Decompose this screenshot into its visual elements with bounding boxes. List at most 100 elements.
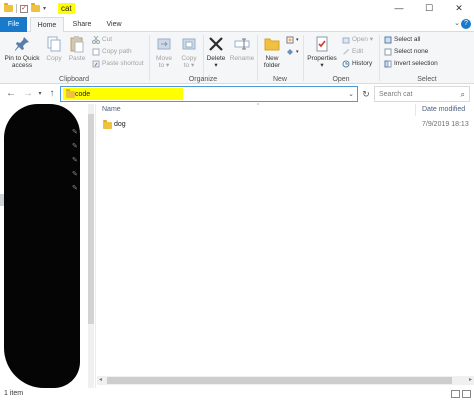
file-date-modified: 7/9/2019 18:13 bbox=[422, 121, 469, 128]
maximize-button[interactable]: ☐ bbox=[414, 0, 444, 17]
column-divider[interactable] bbox=[415, 104, 416, 116]
column-header-date-modified[interactable]: Date modified bbox=[422, 104, 465, 116]
move-to-label-line2: to ▾ bbox=[158, 62, 170, 69]
new-item-button[interactable]: ▾ bbox=[286, 35, 299, 45]
select-none-label: Select none bbox=[394, 48, 429, 55]
new-group-label: New bbox=[272, 76, 287, 83]
customize-toolbar-chevron-icon[interactable]: ▾ bbox=[43, 5, 46, 12]
address-path[interactable]: code bbox=[75, 89, 90, 100]
file-row[interactable]: dog 7/9/2019 18:13 bbox=[100, 119, 470, 131]
open-icon bbox=[342, 36, 350, 44]
copy-to-button[interactable]: Copy to ▾ bbox=[177, 35, 201, 69]
address-bar[interactable]: code ⌄ bbox=[60, 86, 358, 102]
back-button[interactable]: ← bbox=[5, 87, 17, 101]
refresh-button[interactable]: ↻ bbox=[359, 87, 373, 101]
copy-label: Copy bbox=[46, 55, 62, 62]
history-label: History bbox=[352, 60, 373, 67]
folder-icon bbox=[66, 89, 75, 98]
history-button[interactable]: History bbox=[342, 59, 372, 69]
easy-access-button[interactable]: ▾ bbox=[286, 47, 299, 57]
pin-icon: ✎ bbox=[72, 185, 78, 192]
close-button[interactable]: ✕ bbox=[444, 0, 474, 17]
tab-file[interactable]: File bbox=[0, 17, 27, 32]
up-button[interactable]: ↑ bbox=[46, 87, 58, 101]
cut-button[interactable]: Cut bbox=[92, 35, 112, 45]
search-placeholder: Search cat bbox=[379, 91, 413, 98]
file-name[interactable]: dog bbox=[114, 119, 126, 131]
rename-button[interactable]: Rename bbox=[229, 35, 255, 62]
title-bar: ✓ ▾ cat — ☐ ✕ bbox=[0, 0, 474, 17]
paste-icon bbox=[68, 35, 86, 53]
edit-button[interactable]: Edit bbox=[342, 47, 363, 57]
new-item-icon bbox=[286, 36, 294, 44]
new-folder-icon bbox=[263, 35, 281, 53]
properties-label-line1: Properties bbox=[307, 55, 337, 62]
properties-check-icon[interactable]: ✓ bbox=[20, 4, 28, 13]
new-folder-button[interactable]: New folder bbox=[260, 35, 284, 69]
paste-label: Paste bbox=[68, 55, 86, 62]
ribbon-tabs: File Home Share View ⌄ ? bbox=[0, 17, 474, 33]
search-input[interactable]: Search cat ⌕ bbox=[374, 86, 470, 102]
details-view-icon[interactable] bbox=[451, 390, 460, 398]
large-icons-view-icon[interactable] bbox=[462, 390, 471, 398]
select-none-button[interactable]: Select none bbox=[384, 47, 428, 57]
select-all-label: Select all bbox=[394, 36, 421, 43]
move-to-icon bbox=[155, 35, 173, 53]
horizontal-scrollbar[interactable]: ◂ ▸ bbox=[97, 376, 474, 385]
scroll-right-arrow-icon[interactable]: ▸ bbox=[469, 376, 472, 385]
copy-path-label: Copy path bbox=[102, 48, 132, 55]
pin-icon: ✎ bbox=[72, 129, 78, 136]
new-group: New folder ▾ ▾ New bbox=[258, 32, 302, 84]
tab-share[interactable]: Share bbox=[67, 17, 97, 32]
delete-button[interactable]: Delete ▾ bbox=[204, 35, 228, 69]
new-folder-label-line2: folder bbox=[263, 62, 281, 69]
rename-label: Rename bbox=[229, 55, 255, 62]
clipboard-group: Pin to Quick access Copy Paste Cut Copy … bbox=[0, 32, 148, 84]
copy-to-label-line1: Copy bbox=[181, 55, 197, 62]
file-list[interactable]: Name ^ Date modified dog 7/9/2019 18:13 bbox=[97, 103, 474, 388]
edit-pencil-icon bbox=[342, 48, 350, 56]
pane-divider[interactable] bbox=[95, 104, 96, 388]
open-group-label: Open bbox=[332, 76, 350, 83]
status-bar: 1 item bbox=[0, 388, 474, 400]
help-icon[interactable]: ? bbox=[461, 19, 471, 29]
properties-icon bbox=[313, 35, 331, 53]
nav-pane-scroll-thumb[interactable] bbox=[88, 114, 94, 324]
pin-icon bbox=[13, 35, 31, 53]
properties-button[interactable]: Properties ▾ bbox=[305, 35, 339, 69]
chevron-down-icon: ▾ bbox=[296, 37, 299, 43]
easy-access-icon bbox=[286, 48, 294, 56]
open-button[interactable]: Open ▾ bbox=[342, 35, 373, 45]
invert-selection-button[interactable]: Invert selection bbox=[384, 59, 438, 69]
scroll-left-arrow-icon[interactable]: ◂ bbox=[99, 376, 102, 385]
expand-ribbon-chevron-icon[interactable]: ⌄ bbox=[454, 19, 460, 27]
copy-path-icon bbox=[92, 48, 100, 56]
tab-home[interactable]: Home bbox=[30, 17, 64, 33]
tab-view[interactable]: View bbox=[100, 17, 128, 32]
cut-label: Cut bbox=[102, 36, 113, 43]
move-to-button[interactable]: Move to ▾ bbox=[152, 35, 176, 69]
new-folder-icon[interactable] bbox=[31, 3, 40, 12]
pin-to-quick-access-button[interactable]: Pin to Quick access bbox=[2, 35, 42, 69]
file-explorer-window: ✓ ▾ cat — ☐ ✕ File Home Share View ⌄ ? P… bbox=[0, 0, 474, 400]
invert-selection-icon bbox=[384, 60, 392, 68]
history-clock-icon bbox=[342, 60, 350, 68]
new-folder-label-line1: New bbox=[265, 55, 279, 62]
delete-label-line2: ▾ bbox=[214, 62, 218, 69]
folder-icon bbox=[103, 120, 112, 129]
quick-access-toolbar: ✓ ▾ bbox=[4, 3, 46, 14]
move-to-label-line1: Move bbox=[156, 55, 172, 62]
open-label: Open ▾ bbox=[352, 36, 373, 43]
column-header-name[interactable]: Name bbox=[102, 104, 121, 116]
paste-button[interactable]: Paste bbox=[66, 35, 88, 62]
paste-shortcut-button[interactable]: Paste shortcut bbox=[92, 59, 144, 69]
address-dropdown-chevron-icon[interactable]: ⌄ bbox=[348, 89, 354, 100]
navigation-pane[interactable]: ✎ ✎ ✎ ✎ ✎ bbox=[0, 104, 96, 388]
recent-locations-button[interactable]: ▾ bbox=[36, 87, 44, 101]
copy-button[interactable]: Copy bbox=[43, 35, 65, 62]
select-all-button[interactable]: Select all bbox=[384, 35, 420, 45]
horizontal-scroll-thumb[interactable] bbox=[107, 377, 452, 384]
forward-button[interactable]: → bbox=[22, 87, 34, 101]
minimize-button[interactable]: — bbox=[384, 0, 414, 17]
copy-path-button[interactable]: Copy path bbox=[92, 47, 132, 57]
